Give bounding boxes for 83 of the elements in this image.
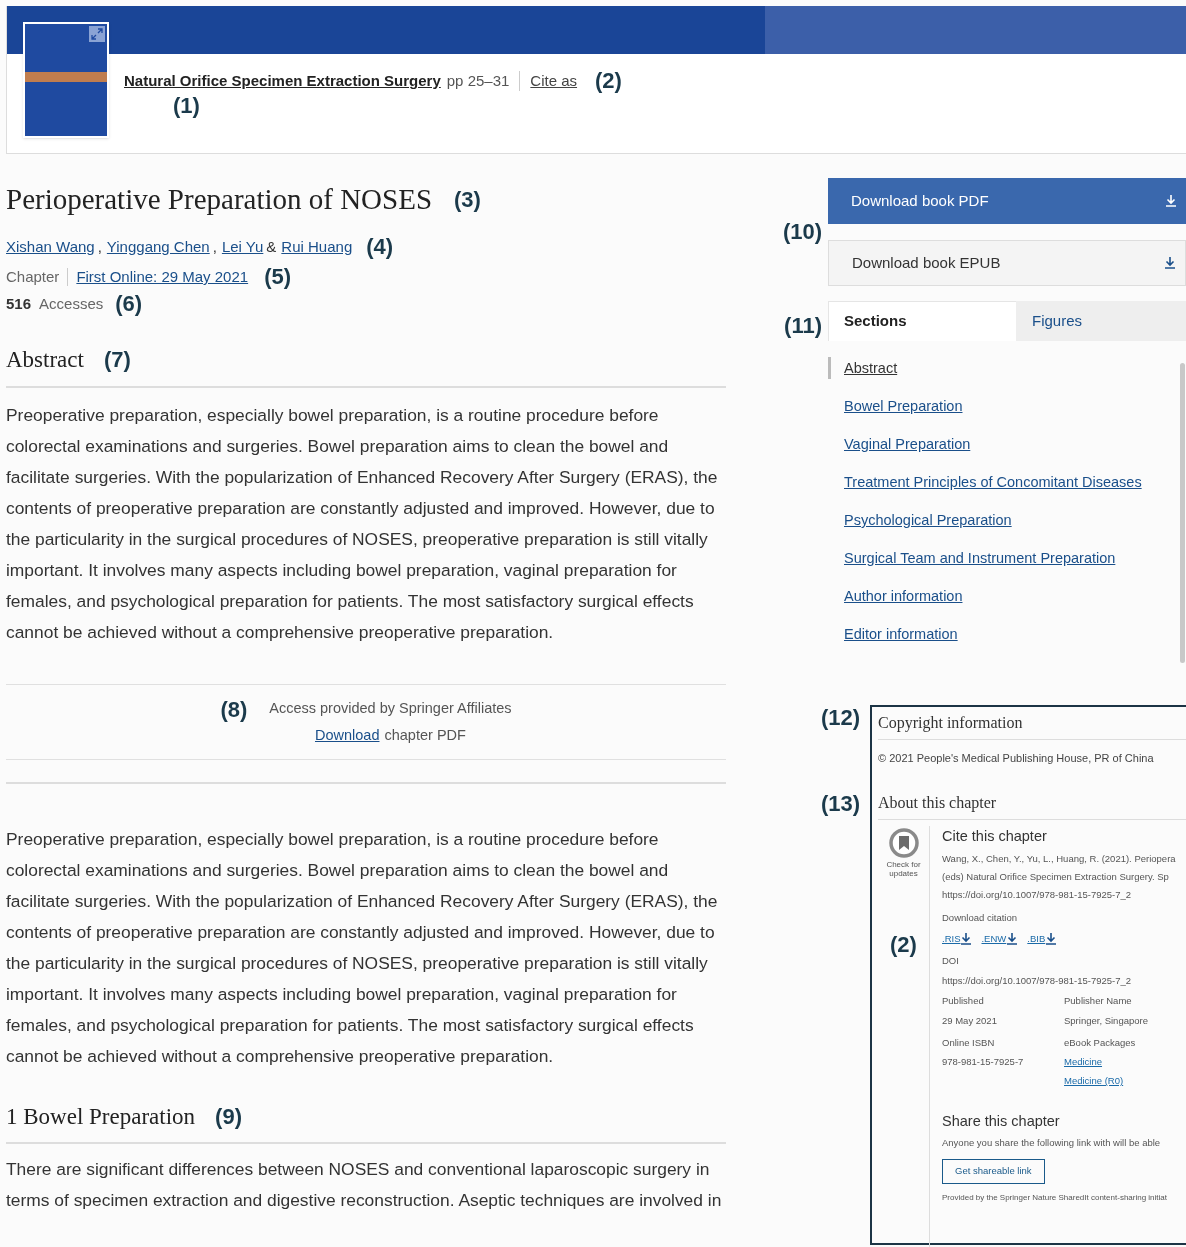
panel-tab[interactable]: Sections <box>828 301 1016 341</box>
chapter-pdf-text: chapter PDF <box>384 725 466 745</box>
annotation-label: (9) <box>215 1105 242 1128</box>
field-value: 978-981-15-7925-7 <box>942 1055 1025 1069</box>
download-link[interactable]: Download <box>315 721 380 749</box>
author-link[interactable]: Rui Huang <box>281 235 353 258</box>
citation-format-link[interactable]: .BIB <box>1027 931 1057 946</box>
page-range: pp 25–31 <box>446 71 510 91</box>
cite-as-link[interactable]: Cite as <box>530 70 578 93</box>
download-icon <box>1046 932 1057 945</box>
download-book-button[interactable]: Download book EPUB <box>828 240 1186 286</box>
download-icon <box>1166 195 1176 207</box>
body-paragraph: Preoperative preparation, especially bowel preparation, is a routine procedure before colorectal examinations and surgeries. Bowel preparation aims to clean the bowel and facilitate surgeries. With the popularization of Enhanced Recovery After Surgery (ERAS), the contents of preoperative preparation are constantly adjusted and improved. However, due to the particularity in the surgical procedures of NOSES, preoperative preparation is still vitally important. It involves many aspects including bowel preparation, vaginal preparation for females, and psychological preparation for patients. The most satisfactory surgical effects cannot be achieved without a comprehensive preoperative preparation. <box>6 827 719 1068</box>
section-link[interactable]: Surgical Team and Instrument Preparation <box>828 547 1180 569</box>
download-icon <box>1165 257 1175 269</box>
annotation-label: (6) <box>115 292 143 315</box>
accesses-count: 516 <box>6 293 32 314</box>
citation-format-link[interactable]: .ENW <box>981 931 1018 946</box>
author-link[interactable]: Xishan Wang <box>6 235 95 258</box>
annotation-label: (8) <box>220 698 248 721</box>
author-separator: , <box>97 236 102 257</box>
annotation-label: (10) <box>782 221 822 243</box>
download-icon <box>961 932 972 945</box>
chapter-title: Perioperative Preparation of NOSES <box>6 182 433 217</box>
ebook-package-link[interactable]: Medicine <box>1064 1055 1186 1070</box>
field-label: Publisher Name <box>1064 994 1133 1009</box>
body-paragraph: There are significant differences between NOSES and conventional laparoscopic surgery in terms of specimen extraction and digestive reconstruction. Aseptic techniques are involved in <box>6 1158 722 1212</box>
abstract-heading: Abstract <box>6 346 84 374</box>
doi-label: DOI <box>942 953 960 968</box>
section-link[interactable]: Editor information <box>828 623 1180 645</box>
annotation-label: (3) <box>454 188 481 211</box>
annotation-label: (7) <box>103 349 131 372</box>
citation-text: Wang, X., Chen, Y., Yu, L., Huang, R. (2021). Periopera <box>942 852 1177 867</box>
annotation-label: (2) <box>595 70 622 93</box>
doi-value: https://doi.org/10.1007/978-981-15-7925-7_2 <box>942 974 1133 988</box>
field-label: Online ISBN <box>942 1035 996 1050</box>
get-shareable-link-button[interactable]: Get shareable link <box>942 1158 1045 1184</box>
copyright-heading: Copyright information <box>878 711 1186 740</box>
abstract-paragraph: Preoperative preparation, especially bowel preparation, is a routine procedure before colorectal examinations and surgeries. Bowel preparation aims to clean the bowel and facilitate surgeries. With the popularization of Enhanced Recovery After Surgery (ERAS), the contents of preoperative preparation are constantly adjusted and improved. However, due to the particularity in the surgical procedures of NOSES, preoperative preparation is still vitally important. It involves many aspects including bowel preparation, vaginal preparation for females, and psychological preparation for patients. The most satisfactory surgical effects cannot be achieved without a comprehensive preoperative preparation. <box>6 403 719 644</box>
ebook-package-link[interactable]: Medicine (R0) <box>1064 1074 1186 1089</box>
section-heading: 1 Bowel Preparation <box>6 1102 196 1131</box>
annotation-label: (1) <box>173 92 200 118</box>
share-text: Anyone you share the following link with will be able <box>942 1136 1162 1151</box>
download-citation-label: Download citation <box>942 911 1018 926</box>
share-heading: Share this chapter <box>942 1111 1061 1131</box>
access-provider-text: Access provided by Springer Affiliates <box>269 698 512 718</box>
section-link[interactable]: Vaginal Preparation <box>828 433 1180 455</box>
book-title-link[interactable]: Natural Orifice Specimen Extraction Surgery <box>124 70 441 93</box>
field-value: 29 May 2021 <box>942 1013 998 1028</box>
panel-tab[interactable]: Figures <box>1016 301 1186 341</box>
copyright-text: © 2021 People's Medical Publishing House, PR of China <box>878 751 1155 766</box>
cite-heading: Cite this chapter <box>942 826 1048 846</box>
check-updates-icon[interactable] <box>888 827 919 858</box>
sharedit-note: Provided by the Springer Nature SharedIt content-sharing initiat <box>942 1191 1168 1204</box>
annotation-label: (11) <box>784 315 822 337</box>
author-separator: & <box>266 236 277 257</box>
annotation-label: (5) <box>264 266 291 289</box>
field-label: eBook Packages <box>1064 1035 1137 1050</box>
author-link[interactable]: Yinggang Chen <box>106 235 210 258</box>
annotation-label: (2) <box>890 933 917 956</box>
section-link[interactable]: Author information <box>828 585 1180 607</box>
author-link[interactable]: Lei Yu <box>221 235 264 258</box>
scrollbar[interactable] <box>1180 363 1185 663</box>
content-type: Chapter <box>6 267 60 287</box>
first-online-link[interactable]: First Online: 29 May 2021 <box>76 266 249 289</box>
field-label: Published <box>942 994 985 1009</box>
download-icon <box>1007 932 1018 945</box>
annotation-label: (12) <box>820 707 860 729</box>
section-link[interactable]: Bowel Preparation <box>828 395 1180 417</box>
annotation-label: (4) <box>366 235 394 258</box>
annotation-label: (13) <box>820 793 860 815</box>
citation-text: (eds) Natural Orifice Specimen Extraction Surgery. Sp <box>942 870 1170 885</box>
citation-text: https://doi.org/10.1007/978-981-15-7925-7_2 <box>942 888 1133 903</box>
about-heading: About this chapter <box>878 790 1186 820</box>
accesses-label: Accesses <box>39 293 104 314</box>
expand-icon[interactable] <box>89 26 105 42</box>
section-link[interactable]: Psychological Preparation <box>828 509 1180 531</box>
section-link[interactable]: Treatment Principles of Concomitant Diseases <box>828 471 1180 493</box>
check-updates-label: Check for updates <box>885 859 922 878</box>
field-value: Springer, Singapore <box>1064 1013 1149 1028</box>
citation-format-link[interactable]: .RIS <box>942 931 972 946</box>
download-book-button[interactable]: Download book PDF <box>828 178 1186 224</box>
author-separator: , <box>212 236 217 257</box>
